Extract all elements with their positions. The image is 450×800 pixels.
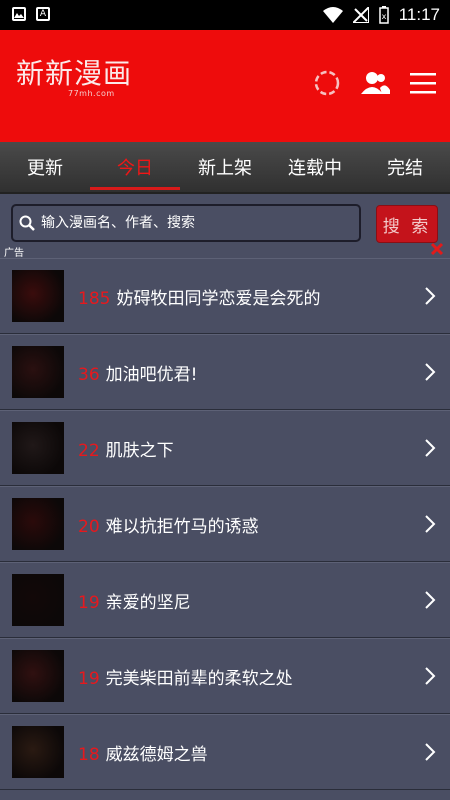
tab-new[interactable]: 新上架 (180, 142, 270, 192)
manga-title: 36 加油吧优君! (78, 360, 197, 385)
search-input[interactable] (39, 214, 343, 232)
status-time: 11:17 (398, 5, 440, 24)
list-item[interactable]: 22 肌肤之下 (0, 410, 450, 486)
manga-thumbnail (12, 574, 64, 626)
category-tabs: 更新 今日 新上架 连载中 完结 (0, 142, 450, 194)
search-button[interactable]: 搜 索 (376, 205, 438, 243)
manga-name: 威兹德姆之兽 (105, 744, 208, 765)
manga-rank: 19 (78, 668, 100, 689)
list-item[interactable]: 20 难以抗拒竹马的诱惑 (0, 486, 450, 562)
manga-thumbnail (12, 270, 64, 322)
app-header: 新新漫画 77mh.com (0, 30, 450, 142)
refresh-button[interactable] (312, 68, 342, 98)
search-icon (19, 215, 35, 231)
chevron-right-icon (425, 287, 436, 305)
refresh-icon (314, 70, 340, 96)
chevron-right-icon (425, 439, 436, 457)
ad-label: 广告 (4, 248, 24, 259)
chevron-right-icon (425, 667, 436, 685)
tab-completed[interactable]: 完结 (360, 142, 450, 192)
list-item[interactable]: 185 妨碍牧田同学恋爱是会死的 (0, 258, 450, 334)
svg-text:x: x (381, 12, 386, 21)
manga-title: 19 亲爱的坚尼 (78, 588, 191, 613)
manga-rank: 22 (78, 440, 100, 461)
manga-title: 185 妨碍牧田同学恋爱是会死的 (78, 284, 320, 309)
hamburger-menu-icon (410, 73, 436, 94)
tab-update[interactable]: 更新 (0, 142, 90, 192)
logo-text: 新新漫画 (16, 57, 133, 90)
search-area: 搜 索 广告 (0, 194, 450, 259)
chevron-right-icon (425, 515, 436, 533)
manga-name: 亲爱的坚尼 (105, 592, 191, 613)
manga-name: 妨碍牧田同学恋爱是会死的 (116, 288, 321, 309)
user-button[interactable] (360, 68, 390, 98)
manga-name: 完美柴田前辈的柔软之处 (105, 668, 293, 689)
search-box[interactable] (11, 204, 361, 242)
manga-title: 22 肌肤之下 (78, 436, 174, 461)
user-icon (361, 72, 390, 94)
ad-close-icon[interactable] (430, 242, 444, 256)
manga-title: 19 完美柴田前辈的柔软之处 (78, 664, 293, 689)
list-item[interactable]: 36 加油吧优君! (0, 334, 450, 410)
wifi-icon (322, 7, 343, 23)
battery-icon: x (378, 6, 389, 24)
list-item[interactable]: 18 威兹德姆之兽 (0, 714, 450, 790)
manga-thumbnail (12, 726, 64, 778)
status-bar: A x 11:17 (0, 0, 450, 30)
manga-name: 难以抗拒竹马的诱惑 (105, 516, 259, 537)
image-notification-icon (12, 7, 26, 21)
manga-rank: 36 (78, 364, 100, 385)
tab-today[interactable]: 今日 (90, 142, 180, 192)
manga-rank: 20 (78, 516, 100, 537)
manga-list: 185 妨碍牧田同学恋爱是会死的 36 加油吧优君! 22 肌肤之下 20 难以抗拒竹马… (0, 258, 450, 790)
manga-rank: 18 (78, 744, 100, 765)
manga-rank: 185 (78, 288, 111, 309)
manga-title: 20 难以抗拒竹马的诱惑 (78, 512, 259, 537)
no-signal-icon (352, 7, 369, 23)
manga-thumbnail (12, 346, 64, 398)
manga-name: 加油吧优君! (105, 364, 198, 385)
list-item[interactable]: 19 完美柴田前辈的柔软之处 (0, 638, 450, 714)
text-notification-icon: A (36, 7, 50, 21)
manga-thumbnail (12, 498, 64, 550)
logo-subtext: 77mh.com (68, 89, 115, 98)
menu-button[interactable] (408, 68, 438, 98)
chevron-right-icon (425, 591, 436, 609)
tab-serializing[interactable]: 连载中 (270, 142, 360, 192)
list-item[interactable]: 19 亲爱的坚尼 (0, 562, 450, 638)
manga-thumbnail (12, 650, 64, 702)
app-logo[interactable]: 新新漫画 77mh.com (16, 57, 133, 99)
manga-thumbnail (12, 422, 64, 474)
chevron-right-icon (425, 743, 436, 761)
chevron-right-icon (425, 363, 436, 381)
manga-title: 18 威兹德姆之兽 (78, 740, 208, 765)
manga-rank: 19 (78, 592, 100, 613)
manga-name: 肌肤之下 (105, 440, 174, 461)
